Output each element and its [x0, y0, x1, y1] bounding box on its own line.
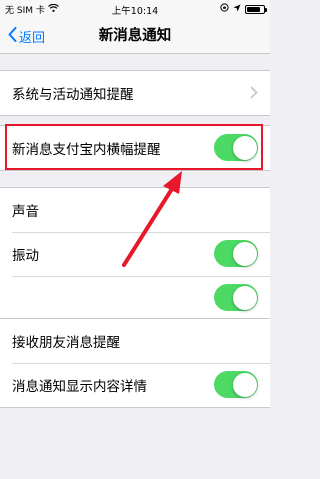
settings-group-4: 接收朋友消息提醒 消息通知显示内容详情: [0, 318, 270, 408]
chevron-right-icon: [250, 86, 258, 103]
status-bar: 无 SIM 卡 上午10:14: [0, 0, 270, 18]
show-details-toggle[interactable]: [214, 371, 258, 398]
row-label: 系统与活动通知提醒: [12, 87, 134, 103]
battery-icon: [245, 4, 267, 14]
row-sound: 声音: [0, 188, 270, 232]
settings-group-3: 声音 振动: [0, 187, 270, 321]
row-vibrate: 振动: [0, 232, 270, 276]
toggle-knob: [232, 241, 257, 266]
settings-group-2: 新消息支付宝内横幅提醒: [0, 125, 270, 171]
row-banner-alert: 新消息支付宝内横幅提醒: [0, 126, 270, 170]
row-label: 新消息支付宝内横幅提醒: [12, 142, 161, 158]
toggle-knob: [232, 135, 257, 160]
row-friend-message: 接收朋友消息提醒: [0, 319, 270, 363]
nav-bar: 返回 新消息通知: [0, 18, 270, 54]
location-icon: [233, 4, 241, 15]
row-label: 接收朋友消息提醒: [12, 335, 120, 351]
vibrate-toggle[interactable]: [214, 240, 258, 267]
status-right: [220, 3, 267, 15]
toggle-knob: [232, 372, 257, 397]
row-unlabeled: [0, 276, 270, 320]
row-system-activity[interactable]: 系统与活动通知提醒: [0, 71, 270, 115]
row-show-details: 消息通知显示内容详情: [0, 363, 270, 407]
toggle-knob: [232, 285, 257, 310]
row-label: 消息通知显示内容详情: [12, 379, 147, 395]
banner-alert-toggle[interactable]: [214, 134, 258, 161]
rotation-lock-icon: [220, 3, 229, 15]
row-label: 振动: [12, 248, 39, 264]
unlabeled-toggle[interactable]: [214, 284, 258, 311]
row-label: 声音: [12, 204, 39, 220]
page-title: 新消息通知: [98, 28, 172, 44]
settings-group-1: 系统与活动通知提醒: [0, 70, 270, 116]
